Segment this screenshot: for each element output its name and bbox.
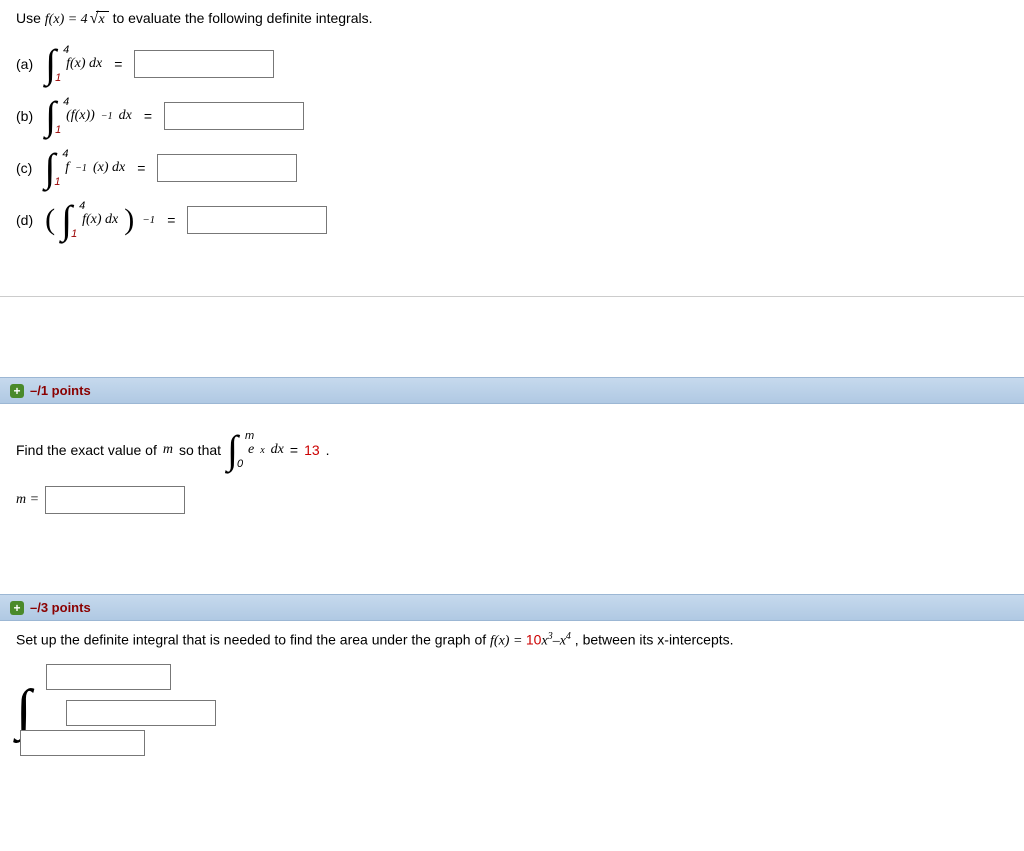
int-lower: 1 [55,124,61,136]
lower-limit-input[interactable] [20,730,145,756]
integrand-box [66,700,216,726]
plus-icon[interactable]: + [10,601,24,615]
sqrt-icon: x [88,10,109,28]
upper-limit-input[interactable] [46,664,171,690]
points-bar-q3: + –/3 points [0,594,1024,621]
spacer [0,544,1024,594]
part-label-d: (d) [16,212,33,228]
q2-text-prefix: Find the exact value of [16,442,157,458]
q2-integrand-exp: x [260,445,264,456]
int-lower: 1 [71,228,77,240]
integrand-b-exp: −1 [101,111,113,122]
q2-rhs: 13 [304,442,320,458]
q2-answer-row: m = [16,486,1008,514]
int-lower: 1 [55,72,61,84]
integrand-a: f(x) dx [66,56,102,72]
q1-prompt: Use f(x) = 4x to evaluate the following … [16,10,1008,28]
q3-prompt: Set up the definite integral that is nee… [16,631,1008,650]
q2-text-mid: so that [179,442,221,458]
question-3: Set up the definite integral that is nee… [0,621,1024,762]
q3-points: –/3 points [30,600,91,615]
answer-input-d[interactable] [187,206,327,234]
int-lower: 1 [54,176,60,188]
part-label-a: (a) [16,56,33,72]
answer-input-m[interactable] [45,486,185,514]
q2-points: –/1 points [30,383,91,398]
int-lower: 0 [237,458,243,470]
q1-prompt-suffix: to evaluate the following definite integ… [113,10,373,26]
outer-exp-d: −1 [142,214,155,226]
question-1: Use f(x) = 4x to evaluate the following … [0,0,1024,266]
integral-q2: ∫ m 0 [227,434,238,466]
integral-io: ∫ [16,688,31,733]
q3-text-prefix: Set up the definite integral that is nee… [16,632,490,648]
q2-integrand-post: dx [271,442,284,458]
q3-coef: 10 [526,632,542,648]
equals-c: = [137,160,145,176]
int-upper: 4 [63,96,69,108]
q1-part-c: (c) ∫ 4 1 f −1 (x) dx = [16,152,1008,184]
int-upper: 4 [62,148,68,160]
upper-limit-box [46,664,171,690]
part-label-b: (b) [16,108,33,124]
q1-fx: f(x) = 4 [45,12,88,27]
q1-part-d: (d) ( ∫ 4 1 f(x) dx ) −1 = [16,204,1008,236]
integral-c: ∫ 4 1 [44,152,55,184]
q2-answer-label: m = [16,492,39,508]
spacer [0,297,1024,377]
integrand-c-pre: f [65,160,69,176]
question-2: Find the exact value of m so that ∫ m 0 … [0,404,1024,544]
integral-d: ∫ 4 1 [61,204,72,236]
integrand-b-pre: (f(x)) [66,108,95,124]
equals-b: = [144,108,152,124]
right-paren-icon: ) [124,208,134,232]
q1-part-a: (a) ∫ 4 1 f(x) dx = [16,48,1008,80]
integral-a: ∫ 4 1 [45,48,56,80]
part-label-c: (c) [16,160,32,176]
q3-minus: – [553,634,560,649]
answer-input-c[interactable] [157,154,297,182]
q3-t2-exp: 4 [566,631,571,642]
integral-b: ∫ 4 1 [45,100,56,132]
equals-a: = [114,56,122,72]
q2-integrand-base: e [248,442,254,458]
equals-d: = [167,212,175,228]
points-bar-q2: + –/1 points [0,377,1024,404]
integrand-b-post: dx [119,108,132,124]
q2-eq: = [290,442,298,458]
q2-var: m [163,442,173,458]
q3-text-suffix: , between its x-intercepts. [575,632,734,648]
integrand-d: f(x) dx [82,212,118,228]
plus-icon[interactable]: + [10,384,24,398]
answer-input-a[interactable] [134,50,274,78]
int-upper: m [245,430,254,442]
q2-prompt-row: Find the exact value of m so that ∫ m 0 … [16,434,1008,466]
int-upper: 4 [63,44,69,56]
integrand-input[interactable] [66,700,216,726]
int-upper: 4 [79,200,85,212]
left-paren-icon: ( [45,208,55,232]
q1-prompt-prefix: Use [16,10,45,26]
q1-part-b: (b) ∫ 4 1 (f(x)) −1 dx = [16,100,1008,132]
q3-fx-lhs: f(x) = [490,634,526,649]
integrand-c-post: (x) dx [93,160,125,176]
lower-limit-box [20,730,145,756]
q2-period: . [326,442,330,458]
answer-input-b[interactable] [164,102,304,130]
integrand-c-exp: −1 [75,163,87,174]
